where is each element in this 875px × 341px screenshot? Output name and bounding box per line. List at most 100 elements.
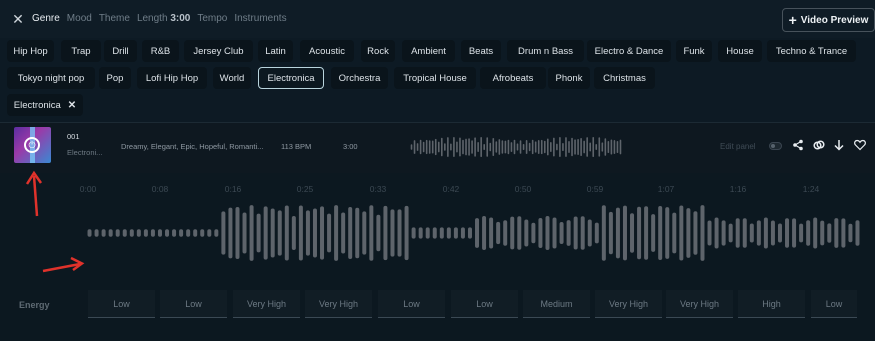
waveform-bar (792, 218, 797, 248)
genre-chip[interactable]: Trap (61, 40, 101, 62)
waveform-bar (483, 143, 485, 151)
waveform-bar (608, 211, 613, 255)
genre-chip[interactable]: Drum n Bass (507, 40, 584, 62)
genre-chip[interactable]: House (718, 40, 762, 62)
genre-chip[interactable]: Funk (676, 40, 712, 62)
tab-length[interactable]: Length 3:00 (137, 13, 190, 24)
genre-chip[interactable]: Electro & Dance (587, 40, 671, 62)
energy-cell[interactable]: High (738, 290, 805, 318)
waveform-bar (799, 223, 804, 243)
tab-genre[interactable]: Genre (32, 13, 60, 24)
waveform-bar (242, 212, 247, 254)
genre-chip[interactable]: Jersey Club (184, 40, 253, 62)
waveform-bar (495, 141, 498, 153)
track-moods: Dreamy, Elegant, Epic, Hopeful, Romanti.… (121, 142, 264, 151)
genre-chip[interactable]: Latin (258, 40, 293, 62)
energy-cell[interactable]: Very High (666, 290, 733, 318)
genre-chip[interactable]: Tokyo night pop (7, 67, 95, 89)
energy-cell[interactable]: Very High (305, 290, 372, 318)
energy-cell[interactable]: Low (160, 290, 227, 318)
timeline-tick-label: 0:42 (442, 184, 460, 194)
waveform-bar (601, 142, 604, 152)
waveform-bar (355, 207, 360, 259)
waveform-bar (411, 227, 416, 239)
waveform-bar (228, 207, 233, 259)
waveform-bar (256, 213, 261, 253)
heart-icon[interactable] (854, 139, 866, 151)
waveform-bar (486, 137, 489, 157)
genre-chip[interactable]: Beats (461, 40, 501, 62)
timeline-tick-label: 1:24 (802, 184, 820, 194)
waveform-bar (742, 218, 747, 248)
energy-cell[interactable]: Low (451, 290, 518, 318)
main-waveform[interactable] (86, 202, 861, 264)
waveform-bar (601, 205, 606, 261)
close-icon[interactable]: ✕ (11, 12, 25, 26)
waveform-bar (447, 137, 449, 157)
waveform-bar (827, 223, 832, 243)
video-preview-button[interactable]: + Video Preview (782, 8, 875, 32)
genre-chip[interactable]: Phonk (548, 67, 590, 89)
mini-waveform[interactable] (410, 136, 622, 158)
genre-chip[interactable]: R&B (142, 40, 179, 62)
genre-chip[interactable]: Orchestra (331, 67, 388, 89)
genre-chip[interactable]: Hip Hop (7, 40, 54, 62)
genre-chip[interactable]: Afrobeats (480, 67, 546, 89)
waveform-bar (580, 216, 585, 250)
waveform-bar (552, 217, 557, 249)
timeline-tick-label: 0:00 (79, 184, 97, 194)
waveform-bar (235, 206, 240, 260)
tab-instruments[interactable]: Instruments (234, 13, 286, 24)
energy-cell[interactable]: Medium (523, 290, 590, 318)
waveform-bar (498, 139, 501, 155)
genre-chip[interactable]: Techno & Trance (767, 40, 856, 62)
waveform-bar (531, 139, 534, 155)
energy-cell[interactable]: Very High (233, 290, 300, 318)
genre-chip[interactable]: Christmas (594, 67, 655, 89)
waveform-bar (550, 142, 552, 152)
link-icon[interactable] (813, 139, 825, 151)
energy-cell[interactable]: Low (378, 290, 445, 318)
waveform-bar (637, 206, 642, 260)
waveform-bar (721, 220, 726, 246)
waveform-bar (453, 137, 455, 157)
genre-chip[interactable]: Rock (361, 40, 395, 62)
tab-theme[interactable]: Theme (99, 13, 130, 24)
download-icon[interactable] (833, 139, 845, 151)
energy-cell[interactable]: Low (88, 290, 155, 318)
energy-cell[interactable]: Low (811, 290, 857, 318)
play-icon[interactable]: ⏻ (24, 137, 40, 153)
edit-panel-toggle[interactable] (769, 142, 782, 150)
share-icon[interactable] (792, 139, 804, 151)
waveform-bar (214, 229, 219, 237)
genre-chip[interactable]: Acoustic (300, 40, 354, 62)
remove-filter-icon[interactable]: ✕ (68, 100, 76, 111)
waveform-bar (249, 205, 254, 261)
tab-mood[interactable]: Mood (67, 13, 92, 24)
waveform-bar (416, 143, 419, 151)
timeline-tick-label: 1:07 (657, 184, 675, 194)
genre-chip[interactable]: Ambient (402, 40, 455, 62)
genre-chip[interactable]: World (213, 67, 251, 89)
waveform-bar (305, 210, 310, 256)
track-bpm: 113 BPM (281, 142, 312, 151)
waveform-bar (376, 214, 381, 252)
waveform-bar (531, 222, 536, 244)
tab-tempo[interactable]: Tempo (197, 13, 227, 24)
energy-cell[interactable]: Very High (595, 290, 662, 318)
waveform-bar (165, 229, 170, 237)
waveform-bar (594, 222, 599, 244)
waveform-bar (565, 137, 567, 157)
genre-chip[interactable]: Pop (99, 67, 131, 89)
waveform-bar (834, 218, 839, 248)
genre-chip[interactable]: Lofi Hip Hop (137, 67, 207, 89)
genre-chip[interactable]: Tropical House (394, 67, 476, 89)
timeline-tick-label: 0:50 (514, 184, 532, 194)
waveform-bar (327, 213, 332, 253)
track-artwork[interactable]: ⏻ (14, 127, 51, 163)
genre-chip[interactable]: Drill (104, 40, 137, 62)
waveform-bar (604, 138, 607, 156)
genre-chip[interactable]: Electronica (258, 67, 324, 89)
applied-filter-chip[interactable]: Electronica ✕ (7, 94, 83, 116)
waveform-bar (841, 218, 846, 248)
